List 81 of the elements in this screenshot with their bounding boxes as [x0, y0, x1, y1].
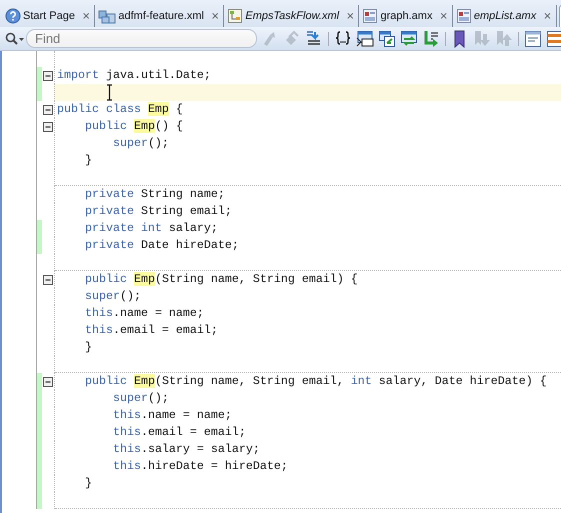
tab-label: empList.amx — [474, 10, 536, 22]
code-text: .email = email; — [140, 425, 246, 439]
code-text: { — [174, 102, 183, 116]
code-text: (); — [148, 391, 169, 405]
close-icon[interactable]: × — [208, 10, 222, 22]
collapse-icon — [43, 122, 53, 132]
indent-icon — [305, 30, 323, 48]
tab-label: graph.amx — [380, 10, 432, 22]
tab-label: EmpsTaskFlow.xml — [245, 10, 340, 22]
keyword-text: this — [84, 306, 113, 320]
code-text: .name = name; — [140, 408, 232, 422]
diagram-file-icon — [227, 8, 244, 24]
highlighted-text: Emp — [134, 374, 155, 388]
keyword-text: private — [84, 204, 134, 218]
code-text: .email = email; — [112, 323, 218, 337]
keyword-text: this — [112, 408, 141, 422]
toolbar-button[interactable] — [398, 28, 420, 48]
code-text: salary; — [168, 221, 218, 235]
highlighted-text: Emp — [134, 119, 155, 133]
keyword-text: private int — [84, 221, 162, 235]
arrow-lines-icon — [422, 30, 440, 48]
keyword-text: public class — [57, 102, 142, 116]
page-file-icon — [362, 8, 378, 24]
search-field[interactable]: Find — [26, 29, 257, 48]
code-text: (String name, String email, — [154, 374, 345, 388]
text-cursor-icon — [106, 84, 113, 101]
close-icon[interactable]: × — [344, 10, 356, 22]
collapse-icon — [43, 274, 53, 284]
window-icon — [400, 30, 418, 48]
keyword-text: this — [112, 459, 141, 473]
code-text: () { — [154, 119, 183, 133]
window-icon — [356, 30, 374, 48]
close-icon[interactable]: × — [541, 10, 554, 22]
window-icon — [378, 30, 396, 48]
toolbar-button[interactable] — [376, 28, 398, 48]
bookmark-down-icon — [473, 30, 491, 48]
keyword-text: import — [57, 68, 99, 82]
code-text: String email; — [140, 204, 232, 218]
keyword-text: this — [84, 323, 113, 337]
panel-icon — [546, 30, 561, 48]
code-text: java.util.Date; — [104, 68, 211, 82]
tab-label: Start Page — [23, 10, 75, 22]
collapse-icon — [43, 70, 53, 80]
code-text: (); — [148, 136, 169, 150]
search-icon — [5, 32, 25, 46]
code-text: salary, Date hireDate) { — [378, 374, 547, 388]
keyword-text: public — [84, 272, 128, 286]
keyword-text: public — [84, 119, 128, 133]
highlighted-text: Emp — [134, 272, 155, 286]
code-text: .hireDate = hireDate; — [140, 459, 288, 473]
code-text: .name = name; — [112, 306, 204, 320]
keyword-text: public — [84, 374, 128, 388]
keyword-text: private — [84, 187, 134, 201]
keyword-text: this — [112, 442, 141, 456]
keyword-text: super — [112, 136, 148, 150]
page-file-icon — [456, 8, 472, 24]
help-icon — [5, 8, 21, 24]
close-icon[interactable]: × — [80, 10, 92, 22]
collapse-icon — [43, 104, 53, 114]
keyword-text: super — [84, 289, 120, 303]
highlighted-text: Emp — [148, 102, 169, 116]
keyword-text: private — [84, 238, 134, 252]
keyword-text: int — [350, 374, 372, 388]
bookmark-up-icon — [495, 30, 513, 48]
code-text: } — [84, 153, 92, 167]
collapse-icon — [43, 376, 53, 386]
keyword-text: this — [112, 425, 141, 439]
code-text: .salary = salary; — [140, 442, 260, 456]
code-text: } — [84, 476, 92, 490]
braces-icon — [334, 30, 352, 48]
code-text: String name; — [140, 187, 225, 201]
close-icon[interactable]: × — [437, 10, 450, 22]
cube-stack-icon — [98, 8, 116, 24]
code-text: Date hireDate; — [140, 238, 239, 252]
panel-icon — [524, 30, 542, 48]
code-text: } — [84, 340, 92, 354]
toolbar-button[interactable] — [354, 28, 376, 48]
code-text: (String name, String email) { — [154, 272, 358, 286]
keyword-text: super — [112, 391, 148, 405]
code-text: (); — [120, 289, 141, 303]
tab-label: adfmf-feature.xml — [118, 10, 204, 22]
